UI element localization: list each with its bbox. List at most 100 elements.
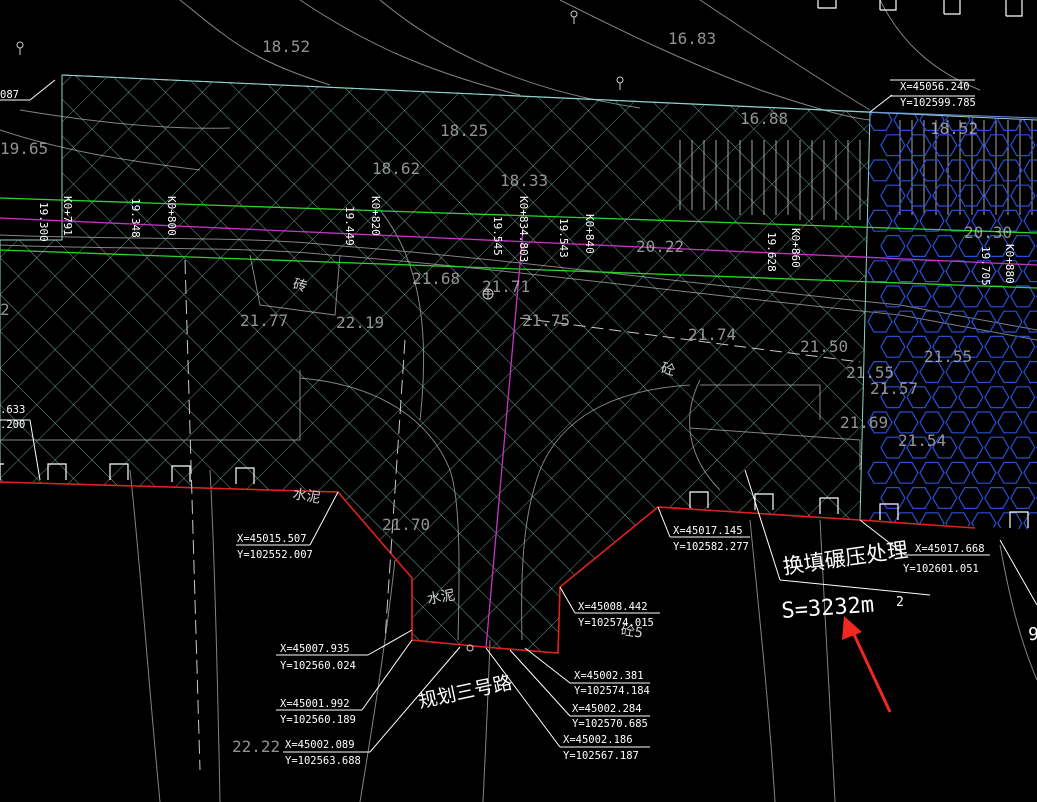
stake-elev-791: 19.300 xyxy=(37,202,50,242)
elev-1965: 19.65 xyxy=(0,139,48,158)
hex-cell xyxy=(880,134,906,157)
stake-k0-820: K0+820 xyxy=(369,196,382,236)
hex-cell xyxy=(984,436,1010,459)
hex-cell xyxy=(984,386,1010,409)
hex-cell xyxy=(1011,588,1035,609)
callout-arrow xyxy=(842,616,892,713)
hex-cell xyxy=(919,310,945,333)
coord-y-5: Y=102574.015 xyxy=(578,617,654,629)
elev-1852: 18.52 xyxy=(262,37,310,56)
hex-cell xyxy=(1010,335,1036,358)
hex-cell xyxy=(906,184,932,207)
hex-cell xyxy=(984,184,1010,207)
hex-cell xyxy=(880,184,906,207)
coord-x-11: X=45002.186 xyxy=(563,734,633,746)
hex-cell xyxy=(945,512,971,530)
hex-cell xyxy=(997,112,1023,131)
hex-cell xyxy=(997,461,1023,484)
annotation-area: S=3232m xyxy=(781,593,875,624)
hex-cell xyxy=(919,209,945,232)
coord-y-8: Y=102560.189 xyxy=(280,714,356,726)
coord-x-4: X=45017.668 xyxy=(915,543,985,555)
hex-cell xyxy=(958,487,984,509)
hex-cell xyxy=(1010,134,1036,157)
elev-2168: 21.68 xyxy=(412,269,460,288)
hex-cell xyxy=(932,386,958,409)
elev-1825: 18.25 xyxy=(440,121,488,140)
elev-2219: 22.19 xyxy=(336,313,384,332)
hex-cell xyxy=(945,461,971,484)
hex-cell xyxy=(958,386,984,409)
elev-2154: 21.54 xyxy=(898,431,946,450)
hex-cell xyxy=(919,260,945,283)
stake-k0-834-803: K0+834.803 xyxy=(517,196,530,262)
edge-fragment-3: .200 xyxy=(0,419,25,431)
hex-cell xyxy=(867,461,893,484)
hex-cell xyxy=(867,260,893,283)
hex-cell xyxy=(945,159,971,182)
hex-cell xyxy=(919,461,945,484)
coord-y-2: Y=102552.007 xyxy=(237,549,313,561)
stake-elev-820: 19.449 xyxy=(343,206,356,246)
elev-2157: 21.57 xyxy=(870,379,918,398)
stake-k0-791: K0+791 xyxy=(61,196,74,236)
hex-cell xyxy=(971,512,997,530)
hex-cell xyxy=(971,411,997,434)
stake-k0-800: K0+800 xyxy=(165,196,178,236)
hex-cell xyxy=(958,184,984,207)
hex-cell xyxy=(984,487,1010,509)
stake-elev-800: 19.348 xyxy=(129,198,142,238)
coord-y-10: Y=102563.688 xyxy=(285,755,361,767)
elev-2022: 20.22 xyxy=(636,237,684,256)
hex-cell xyxy=(984,134,1010,157)
coord-y-3: Y=102582.277 xyxy=(673,541,749,553)
elev-2030: 20.30 xyxy=(964,223,1012,242)
edge-fragment-1: 087 xyxy=(0,89,19,101)
hex-cell xyxy=(1010,436,1036,459)
elev-1852b: 18.52 xyxy=(930,119,978,138)
stake-k0-860: K0+860 xyxy=(789,228,802,268)
hex-cell xyxy=(906,487,932,509)
hex-cell xyxy=(984,335,1010,358)
annotation-area-superscript: 2 xyxy=(896,595,904,610)
coord-x-1: X=45056.240 xyxy=(900,81,970,93)
hex-cell xyxy=(893,461,919,484)
stake-elev-880: 19.705 xyxy=(979,246,992,286)
hex-cell xyxy=(906,235,932,257)
stake-elev-860: 19.628 xyxy=(765,232,778,272)
coord-x-7: X=45002.381 xyxy=(574,670,644,682)
edge-fragment-4: 9 xyxy=(1028,624,1037,645)
elev-2: 2 xyxy=(0,300,10,319)
hex-cell xyxy=(985,588,1009,609)
hex-cell xyxy=(893,411,919,434)
edge-fragment-2: .633 xyxy=(0,404,25,416)
coord-y-7: Y=102574.184 xyxy=(574,685,650,697)
hex-cell xyxy=(880,335,906,358)
coord-y-6: Y=102560.024 xyxy=(280,660,356,672)
elev-2169: 21.69 xyxy=(840,413,888,432)
hex-cell xyxy=(932,285,958,308)
hex-cell xyxy=(880,235,906,257)
elev-2155b: 21.55 xyxy=(924,347,972,366)
hex-cell xyxy=(959,588,983,609)
hex-cell xyxy=(1010,386,1036,409)
hex-cell xyxy=(906,134,932,157)
stake-elev-840: 19.543 xyxy=(557,218,570,258)
stake-k0-840: K0+840 xyxy=(583,214,596,254)
hex-cell xyxy=(958,436,984,459)
elev-2174: 21.74 xyxy=(688,325,736,344)
hex-cell xyxy=(867,159,893,182)
hex-cell xyxy=(932,487,958,509)
hex-cell xyxy=(932,235,958,257)
hex-cell xyxy=(880,487,906,509)
hex-cell xyxy=(1023,361,1037,383)
hex-cell xyxy=(907,588,931,609)
hex-cell xyxy=(906,285,932,308)
hex-cell xyxy=(880,285,906,308)
coord-x-8: X=45001.992 xyxy=(280,698,350,710)
hex-cell xyxy=(997,411,1023,434)
elev-1862: 18.62 xyxy=(372,159,420,178)
stake-k0-880: K0+880 xyxy=(1003,244,1016,284)
hex-cell xyxy=(971,461,997,484)
coord-x-9: X=45002.284 xyxy=(572,703,642,715)
